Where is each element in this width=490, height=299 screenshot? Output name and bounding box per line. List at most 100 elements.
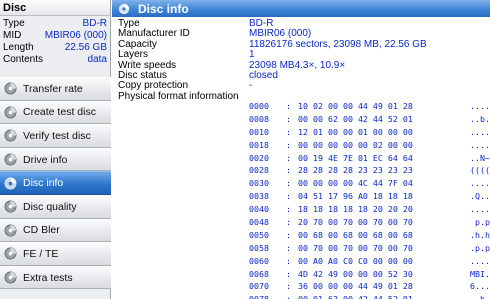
- hex-bytes: 20 70 00 70 00 70 00 70: [298, 217, 413, 228]
- disc-info-list: Type BD-R Manufacturer ID MBIR06 (000) C…: [118, 18, 486, 102]
- nav-item-disc-info[interactable]: Disc info: [0, 171, 111, 195]
- disc-icon: [4, 153, 17, 166]
- nav-item-drive-info[interactable]: Drive info: [0, 147, 111, 172]
- hex-separator: :: [286, 101, 291, 111]
- disc-row-key: Type: [3, 18, 25, 29]
- nav-item-cd-bler[interactable]: CD Bler: [0, 218, 111, 243]
- disc-icon: [4, 248, 17, 260]
- hex-ascii: MBI...R0: [470, 268, 490, 279]
- hex-separator: :: [286, 255, 291, 266]
- hex-bytes: 10 02 00 00 44 49 01 28: [298, 101, 413, 111]
- hex-address: 0070: [249, 281, 269, 292]
- hex-address: 0050: [249, 229, 269, 240]
- info-row-write-speeds: Write speeds 23098 MB4.3×, 10.9×: [118, 60, 486, 71]
- hex-bytes: 00 A0 A0 C0 C0 00 00 00: [298, 255, 413, 266]
- hex-address: 0028: [249, 165, 269, 176]
- hex-row: 0038:04 51 17 96 A0 18 18 18 .Q......: [249, 190, 490, 203]
- hex-bytes: 00 00 62 00 42 44 52 01: [298, 113, 413, 124]
- nav-item-extra-tests[interactable]: Extra tests: [0, 265, 111, 290]
- hex-separator: :: [286, 113, 291, 124]
- hex-row: 0010:12 01 00 00 01 00 00 00........: [249, 126, 490, 139]
- nav-item-label: Transfer rate: [23, 82, 83, 95]
- info-value: 1: [249, 49, 255, 61]
- nav-item-verify-test-disc[interactable]: Verify test disc: [0, 124, 111, 148]
- panel-titlebar: Disc info: [112, 0, 490, 17]
- nav-item-label: Disc info: [23, 177, 64, 190]
- hex-ascii: ..b.BDR.: [470, 113, 490, 124]
- hex-row: 0050:00 68 00 68 00 68 00 68 .h.h.h.h: [249, 229, 490, 242]
- hex-address: 0000: [249, 101, 269, 111]
- hex-row: 0048:20 70 00 70 00 70 00 70 p.p.p.p: [249, 216, 490, 229]
- nav-item-fe-te[interactable]: FE / TE: [0, 242, 111, 266]
- info-value: 11826176 sectors, 23098 MB, 22.56 GB: [249, 38, 427, 50]
- hex-address: 0040: [249, 204, 269, 215]
- disc-info-panel: Disc info Type BD-R Manufacturer ID MBIR…: [112, 0, 490, 299]
- nav-item-label: FE / TE: [23, 247, 59, 260]
- hex-row: 0068:4D 42 49 00 00 00 52 30 MBI...R0: [249, 268, 490, 281]
- hex-row: 0040:18 18 18 18 18 20 20 20........: [249, 203, 490, 216]
- info-key: Layers: [118, 49, 149, 61]
- disc-row-value: MBIR06 (000): [44, 30, 107, 41]
- hex-separator: :: [286, 165, 291, 176]
- disc-row-key: MID: [3, 30, 22, 41]
- hex-separator: :: [286, 293, 298, 299]
- hex-bytes: 00 19 4E 7E 01 EC 64 64: [298, 152, 413, 163]
- nav-item-label: Verify test disc: [23, 129, 91, 142]
- hex-separator: :: [286, 281, 291, 292]
- hex-row: 0030:00 00 00 00 4C 44 7F 04 ....LD..: [249, 177, 490, 190]
- hex-ascii: .h.h.h.h: [470, 229, 490, 240]
- hex-separator: :: [286, 268, 291, 279]
- info-value: closed: [249, 69, 278, 81]
- hex-ascii: ........: [470, 204, 490, 215]
- hex-separator: :: [286, 242, 291, 253]
- hex-ascii: ..N~..dd: [470, 152, 490, 163]
- info-key: Physical format information: [118, 90, 239, 102]
- hex-separator: :: [286, 152, 291, 163]
- hex-row: 0020:00 19 4E 7E 01 EC 64 64 ..N~..dd: [249, 152, 490, 165]
- nav-item-transfer-rate[interactable]: Transfer rate: [0, 77, 111, 101]
- nav-item-label: Disc quality: [23, 200, 77, 213]
- hex-address: 0020: [249, 152, 269, 163]
- hex-bytes: 00 68 00 68 00 68 00 68: [298, 229, 413, 240]
- disc-icon: [4, 82, 17, 95]
- disc-header: Disc: [0, 0, 110, 16]
- hex-ascii: ((((####: [470, 165, 490, 176]
- hex-dump: 0000:10 02 00 00 44 49 01 28....DI.(0008…: [249, 100, 490, 299]
- hex-row: 0018:00 00 00 00 00 02 00 00........: [249, 139, 490, 152]
- hex-bytes: 36 00 00 00 44 49 01 28: [298, 281, 413, 292]
- disc-row-type: Type BD-R: [3, 18, 107, 30]
- panel-title: Disc info: [138, 1, 189, 16]
- hex-separator: :: [286, 178, 291, 189]
- hex-bytes: 12 01 00 00 01 00 00 00: [298, 126, 413, 137]
- hex-separator: :: [286, 217, 291, 228]
- hex-bytes: 00 70 00 70 00 70 00 70: [298, 242, 413, 253]
- hex-ascii: ........: [470, 255, 490, 266]
- hex-bytes: 28 28 28 28 23 23 23 23: [298, 165, 413, 176]
- hex-ascii: 6...DI.(: [470, 281, 490, 292]
- disc-row-contents: Contents data: [3, 54, 107, 66]
- info-value: -: [249, 80, 253, 92]
- disc-row-value: data: [87, 54, 107, 65]
- hex-row: 0060:00 A0 A0 C0 C0 00 00 00........: [249, 255, 490, 268]
- hex-address: 0078: [249, 293, 286, 299]
- hex-ascii: ........: [470, 139, 490, 150]
- hex-row: 0078:00 01 62 00 42 44 52 01..b.BDR.: [249, 293, 490, 299]
- hex-address: 0068: [249, 268, 269, 279]
- hex-row: 0000:10 02 00 00 44 49 01 28 ....DI.(: [249, 100, 490, 113]
- hex-bytes: 04 51 17 96 A0 18 18 18: [298, 191, 413, 202]
- hex-address: 0058: [249, 242, 269, 253]
- disc-icon: [4, 130, 17, 142]
- hex-separator: :: [286, 191, 291, 202]
- hex-ascii: .Q......: [470, 191, 490, 202]
- disc-row-value: 22.56 GB: [64, 42, 107, 53]
- disc-row-mid: MID MBIR06 (000): [3, 30, 107, 42]
- nav-item-disc-quality[interactable]: Disc quality: [0, 194, 111, 219]
- hex-bytes: 00 00 00 00 00 02 00 00: [298, 139, 413, 150]
- hex-bytes: 00 00 00 00 4C 44 7F 04: [298, 178, 413, 189]
- disc-icon: [118, 3, 130, 14]
- disc-row-value: BD-R: [82, 18, 107, 29]
- hex-row: 0008:00 00 62 00 42 44 52 01 ..b.BDR.: [249, 113, 490, 126]
- nav-item-label: Extra tests: [23, 271, 73, 284]
- nav-item-create-test-disc[interactable]: Create test disc: [0, 100, 111, 125]
- hex-ascii: ..b.BDR.: [470, 293, 490, 299]
